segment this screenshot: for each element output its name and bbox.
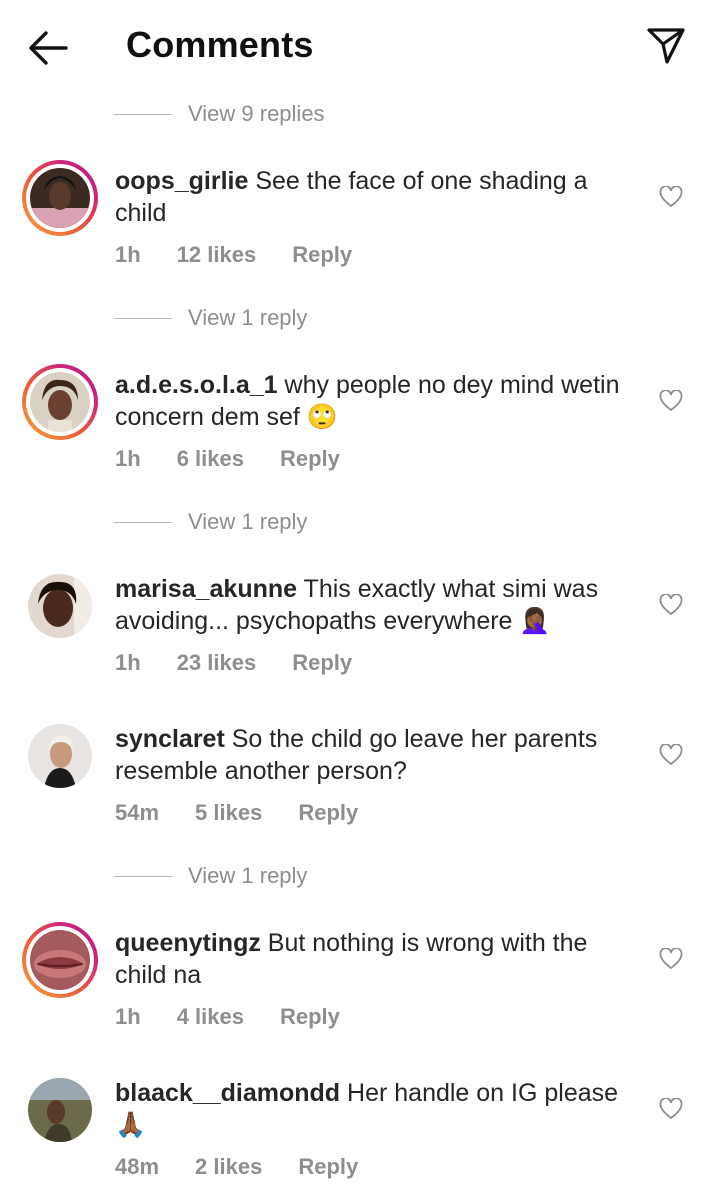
comment-text: synclaret So the child go leave her pare… (115, 723, 640, 787)
comment-likes[interactable]: 4 likes (177, 1004, 244, 1030)
replies-divider (114, 521, 172, 523)
avatar[interactable] (22, 160, 98, 236)
like-heart-icon[interactable] (659, 593, 683, 616)
reply-button[interactable]: Reply (292, 242, 352, 268)
comment-meta: 1h 4 likes Reply (115, 1004, 376, 1030)
comment-likes[interactable]: 12 likes (177, 242, 257, 268)
comment-meta: 1h 12 likes Reply (115, 242, 388, 268)
comment-meta: 1h 6 likes Reply (115, 446, 376, 472)
comment-username[interactable]: queenytingz (115, 929, 261, 957)
reply-button[interactable]: Reply (298, 1154, 358, 1180)
avatar[interactable] (22, 364, 98, 440)
comment-likes[interactable]: 5 likes (195, 800, 262, 826)
reply-button[interactable]: Reply (292, 650, 352, 676)
comment-username[interactable]: a.d.e.s.o.l.a_1 (115, 371, 278, 399)
comment-text: oops_girlie See the face of one shading … (115, 165, 640, 229)
comment-text: a.d.e.s.o.l.a_1 why people no dey mind w… (115, 369, 640, 433)
page-title: Comments (126, 24, 314, 65)
avatar[interactable] (22, 718, 98, 794)
like-heart-icon[interactable] (659, 947, 683, 970)
view-replies-button[interactable]: View 9 replies (114, 99, 325, 129)
view-replies-button[interactable]: View 1 reply (114, 861, 307, 891)
view-replies-button[interactable]: View 1 reply (114, 507, 307, 537)
avatar[interactable] (22, 568, 98, 644)
view-replies-label: View 1 reply (188, 863, 308, 888)
comment-username[interactable]: marisa_akunne (115, 575, 297, 603)
comment-likes[interactable]: 23 likes (177, 650, 257, 676)
view-replies-label: View 1 reply (188, 509, 308, 534)
replies-divider (114, 317, 172, 319)
comment-likes[interactable]: 6 likes (177, 446, 244, 472)
replies-divider (114, 875, 172, 877)
comment-username[interactable]: synclaret (115, 725, 225, 753)
like-heart-icon[interactable] (659, 1097, 683, 1120)
comment-text: queenytingz But nothing is wrong with th… (115, 927, 640, 991)
comment-text: blaack__diamondd Her handle on IG please… (115, 1077, 640, 1141)
avatar[interactable] (22, 922, 98, 998)
view-replies-label: View 1 reply (188, 305, 308, 330)
comment-time: 1h (115, 446, 141, 471)
reply-button[interactable]: Reply (280, 1004, 340, 1030)
comment-username[interactable]: oops_girlie (115, 167, 248, 195)
avatar[interactable] (22, 1072, 98, 1148)
comment-time: 1h (115, 242, 141, 267)
comment-time: 1h (115, 650, 141, 675)
comment-time: 48m (115, 1154, 160, 1179)
comment-meta: 1h 23 likes Reply (115, 650, 388, 676)
replies-divider (114, 113, 172, 115)
comment-likes[interactable]: 2 likes (195, 1154, 262, 1180)
like-heart-icon[interactable] (659, 743, 683, 766)
comment-time: 1h (115, 1004, 141, 1029)
like-heart-icon[interactable] (659, 185, 683, 208)
send-icon[interactable] (646, 26, 686, 66)
comment-time: 54m (115, 800, 160, 825)
comment-text: marisa_akunne This exactly what simi was… (115, 573, 640, 637)
back-arrow-icon[interactable] (26, 28, 70, 68)
like-heart-icon[interactable] (659, 389, 683, 412)
view-replies-label: View 9 replies (188, 101, 325, 126)
comment-username[interactable]: blaack__diamondd (115, 1079, 340, 1107)
view-replies-button[interactable]: View 1 reply (114, 303, 307, 333)
comment-meta: 48m 2 likes Reply (115, 1154, 394, 1180)
reply-button[interactable]: Reply (298, 800, 358, 826)
reply-button[interactable]: Reply (280, 446, 340, 472)
header-bar: Comments (0, 0, 720, 92)
comment-meta: 54m 5 likes Reply (115, 800, 394, 826)
